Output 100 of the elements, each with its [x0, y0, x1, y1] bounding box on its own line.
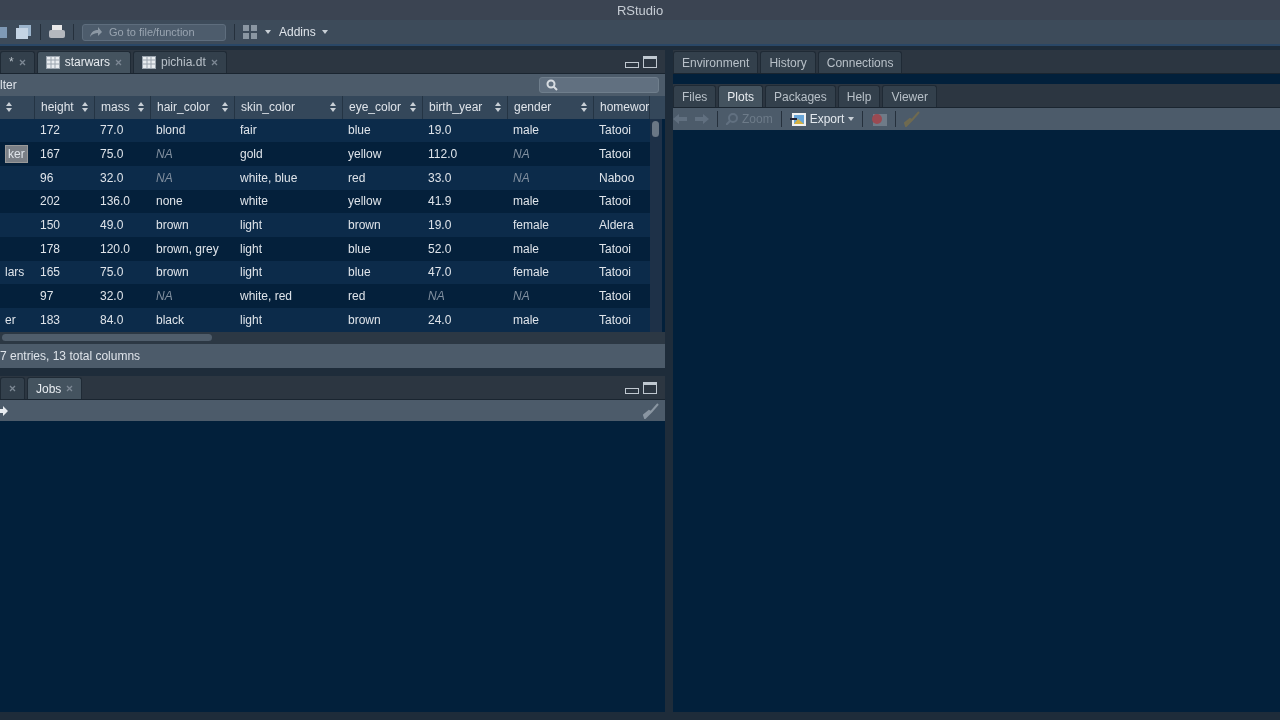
- table-cell-text: brown: [347, 217, 382, 235]
- sort-icon: [581, 102, 587, 113]
- tab[interactable]: Connections: [817, 51, 903, 73]
- table-icon: [45, 55, 60, 69]
- grid-icon[interactable]: [243, 25, 257, 39]
- column-header[interactable]: gender: [508, 96, 594, 119]
- table-cell-text: 172: [39, 122, 62, 140]
- broom-icon[interactable]: [643, 402, 659, 419]
- table-cell-text: NA: [512, 288, 531, 306]
- caret-icon: [321, 30, 328, 34]
- table-cell-text: light: [239, 311, 263, 329]
- table-cell-text: 49.0: [99, 217, 125, 235]
- table-cell-text: NA: [427, 288, 446, 306]
- table-cell-text: blond: [155, 122, 187, 140]
- table-cell-text: Tatooi: [598, 193, 633, 211]
- column-header[interactable]: hair_color: [151, 96, 235, 119]
- arrow-icon: [89, 26, 103, 38]
- table-cell-text: 52.0: [427, 240, 453, 258]
- sort-icon: [222, 102, 228, 113]
- column-header[interactable]: birth_year: [423, 96, 508, 119]
- tab[interactable]: pichia.dt: [133, 50, 227, 73]
- table-cell-text: brown: [155, 217, 190, 235]
- tab[interactable]: *: [0, 50, 35, 73]
- table-cell-text: 41.9: [427, 193, 453, 211]
- table-cell-text: female: [512, 264, 551, 282]
- tab[interactable]: starwars: [36, 50, 131, 73]
- table-cell-text: NA: [512, 169, 531, 187]
- tab[interactable]: Jobs: [27, 377, 83, 399]
- table-cell-text: 75.0: [99, 146, 125, 164]
- search-icon: [546, 78, 558, 91]
- tab[interactable]: [0, 377, 25, 399]
- table-cell-text: Naboo: [598, 169, 636, 187]
- tab[interactable]: Plots: [718, 85, 764, 107]
- table-cell-text: light: [239, 217, 263, 235]
- sort-icon: [330, 102, 336, 113]
- tab[interactable]: History: [760, 51, 816, 73]
- table-cell-text: none: [155, 193, 184, 211]
- table-cell-text: female: [512, 217, 551, 235]
- table-cell-text: 84.0: [99, 311, 125, 329]
- table-cell-text: 75.0: [99, 264, 125, 282]
- addins-menu[interactable]: Addins: [279, 25, 328, 39]
- save-all-icon[interactable]: [0, 25, 8, 39]
- table-cell-text: 178: [39, 240, 62, 258]
- table-cell-text: 167: [39, 146, 62, 164]
- table-cell-text: blue: [347, 264, 372, 282]
- close-icon[interactable]: [115, 58, 122, 66]
- tab[interactable]: Files: [673, 85, 717, 107]
- table-cell-text: blue: [347, 122, 372, 140]
- print-icon[interactable]: [49, 25, 65, 39]
- table-cell-text: 24.0: [427, 311, 453, 329]
- status-text: 7 entries, 13 total columns: [0, 348, 141, 363]
- column-header[interactable]: homewor: [594, 96, 650, 119]
- table-cell: ker: [5, 145, 28, 164]
- window-title: RStudio: [616, 2, 664, 18]
- table-cell-text: Tatooi: [598, 288, 633, 306]
- table-cell-text: white: [239, 193, 269, 211]
- table-cell-text: male: [512, 240, 540, 258]
- table-cell-text: 120.0: [99, 240, 132, 258]
- table-cell-text: white, blue: [239, 169, 299, 187]
- caret-icon[interactable]: [265, 30, 271, 34]
- maximize-icon[interactable]: [643, 56, 657, 68]
- close-icon[interactable]: [210, 58, 218, 66]
- close-icon[interactable]: [18, 58, 26, 66]
- minimize-icon[interactable]: [625, 62, 639, 68]
- table-cell-text: 136.0: [99, 193, 132, 211]
- table-cell-text: NA: [155, 146, 174, 164]
- remove-plot-icon[interactable]: [871, 112, 888, 126]
- tab[interactable]: Packages: [765, 85, 836, 107]
- sort-icon: [138, 102, 144, 113]
- table-cell-text: male: [512, 122, 540, 140]
- maximize-icon[interactable]: [643, 382, 657, 394]
- close-icon[interactable]: [66, 385, 74, 392]
- column-header[interactable]: mass: [95, 96, 151, 119]
- tab[interactable]: Viewer: [882, 85, 937, 107]
- table-cell-text: brown: [347, 311, 382, 329]
- table-cell-text: 165: [39, 264, 62, 282]
- table-cell-text: NA: [155, 169, 174, 187]
- filter-button[interactable]: lter: [0, 77, 17, 92]
- save-all-icon[interactable]: [16, 25, 32, 39]
- search-field[interactable]: [539, 76, 659, 93]
- table-cell-text: NA: [155, 288, 174, 306]
- column-header[interactable]: skin_color: [235, 96, 343, 119]
- table-cell-text: 202: [39, 193, 62, 211]
- table-cell-text: brown, grey: [155, 240, 220, 258]
- minimize-icon[interactable]: [625, 388, 639, 394]
- close-icon[interactable]: [9, 385, 16, 392]
- export-button[interactable]: Export: [789, 112, 855, 126]
- tab[interactable]: Environment: [673, 51, 759, 73]
- tab[interactable]: Help: [837, 85, 881, 107]
- table-cell-text: Tatooi: [598, 146, 633, 164]
- table-cell-text: Tatooi: [598, 264, 633, 282]
- column-header[interactable]: eye_color: [343, 96, 423, 119]
- table-cell-text: 96: [39, 169, 55, 187]
- table-cell-text: 32.0: [99, 169, 125, 187]
- table-cell-text: 19.0: [427, 122, 453, 140]
- table-cell-text: brown: [155, 264, 190, 282]
- table-cell-text: 19.0: [427, 217, 453, 235]
- column-header[interactable]: height: [35, 96, 95, 119]
- table-cell-text: light: [239, 240, 263, 258]
- scrollbar[interactable]: [650, 118, 662, 332]
